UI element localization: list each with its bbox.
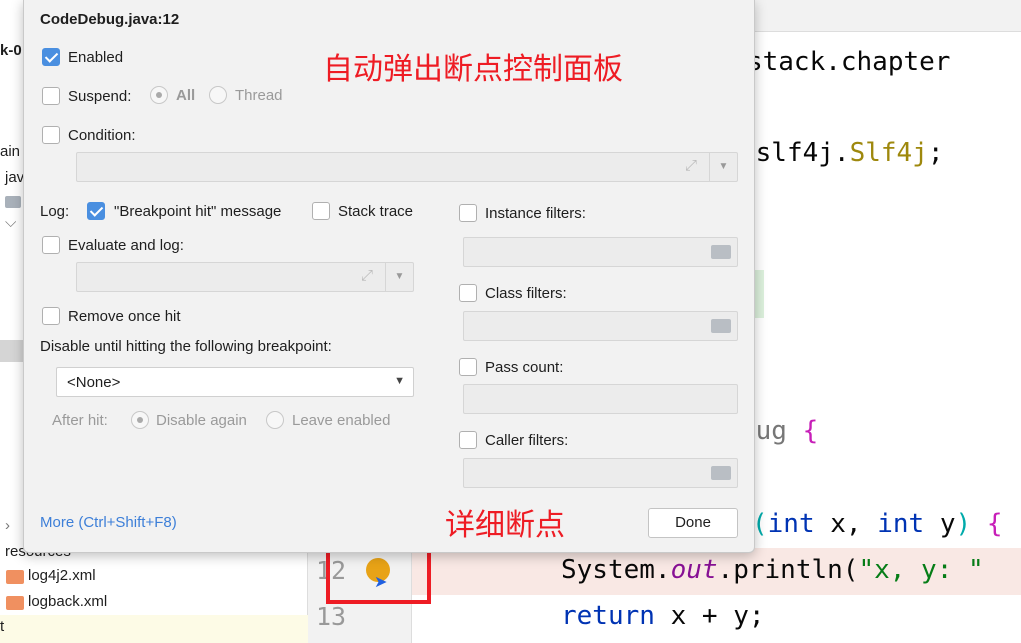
- instance-filters-label: Instance filters:: [485, 205, 586, 222]
- suspend-checkbox[interactable]: [42, 87, 60, 105]
- evaluate-input[interactable]: ⤢ ▼: [76, 262, 414, 292]
- tree-item-file[interactable]: log4j2.xml: [28, 567, 96, 584]
- log-message-checkbox[interactable]: [87, 202, 105, 220]
- line-number: 13: [316, 602, 347, 631]
- evaluate-label: Evaluate and log:: [68, 237, 184, 254]
- disable-until-label: Disable until hitting the following brea…: [40, 338, 332, 355]
- condition-input[interactable]: ⤢ ▼: [76, 152, 738, 182]
- stack-trace-checkbox[interactable]: [312, 202, 330, 220]
- stack-trace-label: Stack trace: [338, 203, 414, 220]
- disable-until-select[interactable]: <None> ▼: [56, 367, 414, 397]
- tree-item-file[interactable]: logback.xml: [28, 593, 107, 610]
- folder-open-icon[interactable]: [711, 245, 731, 259]
- class-filters-label: Class filters:: [485, 285, 567, 302]
- log-label: Log:: [40, 203, 70, 220]
- disable-until-value: <None>: [67, 374, 121, 391]
- suspend-label: Suspend:: [68, 88, 132, 105]
- chevron-down-icon[interactable]: ⌵: [5, 214, 16, 231]
- tree-item[interactable]: ain: [0, 143, 20, 160]
- enabled-label: Enabled: [68, 49, 124, 66]
- leave-enabled-label: Leave enabled: [292, 412, 391, 429]
- tree-item[interactable]: k-0: [0, 42, 22, 59]
- class-filters-checkbox[interactable]: [459, 284, 477, 302]
- disable-again-radio[interactable]: [131, 411, 149, 429]
- pass-count-label: Pass count:: [485, 359, 564, 376]
- xml-file-icon: [6, 596, 24, 610]
- suspend-all-radio[interactable]: [150, 86, 168, 104]
- code-line: (int x, int y) {: [752, 509, 1003, 539]
- annotation-top: 自动弹出断点控制面板: [323, 53, 623, 86]
- expand-icon[interactable]: ⤢: [361, 267, 373, 284]
- code-line: .slf4j.Slf4j;: [740, 138, 944, 168]
- enabled-checkbox[interactable]: [42, 48, 60, 66]
- condition-checkbox[interactable]: [42, 126, 60, 144]
- code-line: return x + y;: [561, 601, 765, 631]
- class-filters-input[interactable]: [463, 311, 738, 341]
- evaluate-checkbox[interactable]: [42, 236, 60, 254]
- instance-filters-checkbox[interactable]: [459, 204, 477, 222]
- instance-filters-input[interactable]: [463, 237, 738, 267]
- suspend-thread-label: Thread: [235, 87, 283, 104]
- condition-label: Condition:: [68, 127, 136, 144]
- remove-once-label: Remove once hit: [68, 308, 181, 325]
- pass-count-input[interactable]: [463, 384, 738, 414]
- log-message-label: "Breakpoint hit" message: [114, 203, 282, 220]
- more-link[interactable]: More (Ctrl+Shift+F8): [40, 514, 177, 531]
- remove-once-checkbox[interactable]: [42, 307, 60, 325]
- after-hit-label: After hit:: [52, 412, 108, 429]
- caller-filters-checkbox[interactable]: [459, 431, 477, 449]
- annotation-bottom: 详细断点: [445, 509, 565, 542]
- popup-title: CodeDebug.java:12: [40, 11, 180, 28]
- highlighted-row: [0, 615, 308, 643]
- chevron-right-icon[interactable]: ›: [5, 517, 10, 534]
- dropdown-arrow-icon[interactable]: ▼: [709, 153, 737, 181]
- suspend-all-label: All: [176, 87, 196, 104]
- dropdown-arrow-icon[interactable]: ▼: [385, 263, 413, 291]
- caller-filters-input[interactable]: [463, 458, 738, 488]
- xml-file-icon: [6, 570, 24, 584]
- done-button[interactable]: Done: [648, 508, 738, 538]
- pass-count-checkbox[interactable]: [459, 358, 477, 376]
- folder-icon: [5, 196, 21, 208]
- expand-icon[interactable]: ⤢: [685, 157, 697, 174]
- code-line: System.out.println("x, y: ": [561, 555, 984, 585]
- dropdown-arrow-icon: ▼: [394, 375, 405, 387]
- folder-open-icon[interactable]: [711, 319, 731, 333]
- tree-item[interactable]: t: [0, 618, 4, 635]
- caller-filters-label: Caller filters:: [485, 432, 569, 449]
- suspend-thread-radio[interactable]: [209, 86, 227, 104]
- tree-item[interactable]: jav: [5, 169, 24, 186]
- folder-open-icon[interactable]: [711, 466, 731, 480]
- disable-again-label: Disable again: [156, 412, 247, 429]
- leave-enabled-radio[interactable]: [266, 411, 284, 429]
